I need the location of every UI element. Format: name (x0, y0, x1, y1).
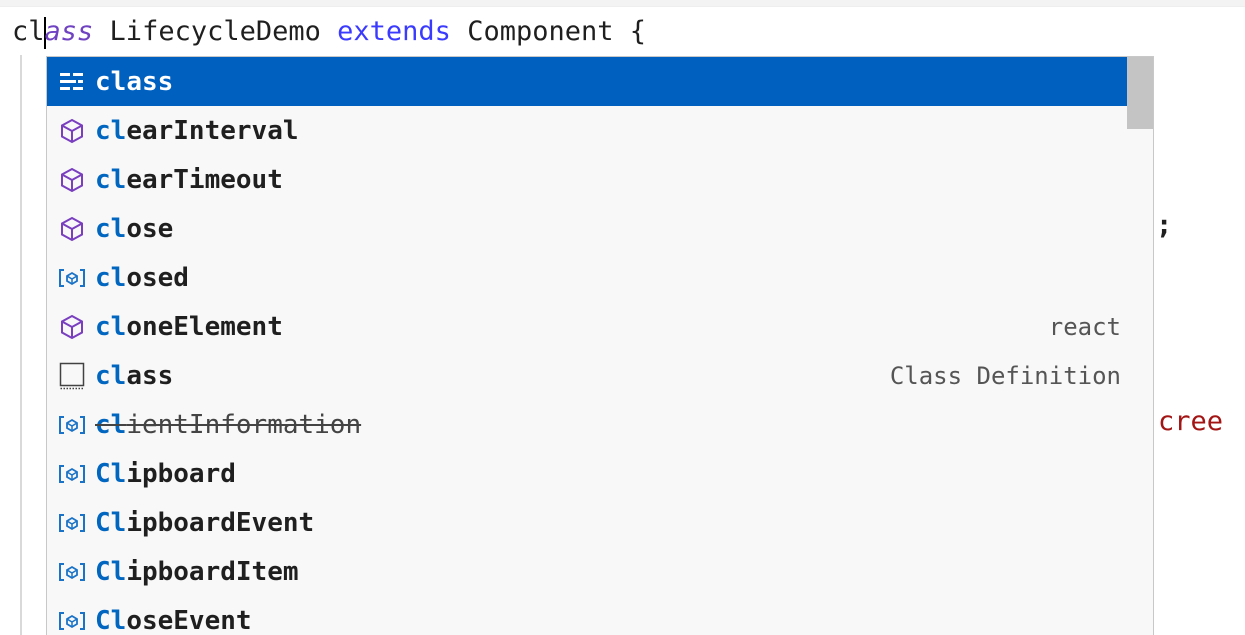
suggestion-label: clearInterval (95, 116, 299, 146)
code-editor[interactable]: class LifecycleDemo extends Component { … (0, 0, 1245, 635)
suggestion-scrollbar[interactable] (1127, 57, 1153, 635)
suggestion-label-rest: oseEvent (126, 605, 252, 635)
suggestion-label: ClipboardItem (95, 557, 299, 587)
suggestion-item[interactable]: close (47, 204, 1127, 253)
suggestion-label-rest: ass (126, 66, 174, 97)
suggestion-label-rest: ipboardItem (126, 556, 299, 587)
suggestion-match-highlight: cl (95, 115, 127, 146)
suggestion-match-highlight: cl (95, 360, 127, 391)
suggestion-label-rest: ipboard (126, 458, 236, 489)
variable-icon (57, 263, 87, 293)
suggestion-label: clientInformation (95, 410, 361, 440)
variable-icon (57, 557, 87, 587)
suggestion-widget[interactable]: class clearInterval clearTimeout close close… (46, 56, 1154, 635)
variable-icon (57, 508, 87, 538)
suggestion-match-highlight: cl (95, 311, 127, 342)
suggestion-label: closed (95, 263, 189, 293)
suggestion-label-rest: earTimeout (126, 164, 283, 195)
suggestion-item[interactable]: class (47, 57, 1127, 106)
suggestion-item[interactable]: closed (47, 253, 1127, 302)
suggestion-match-highlight: cl (95, 262, 127, 293)
suggestion-match-highlight: Cl (95, 458, 127, 489)
suggestion-item[interactable]: clientInformation (47, 400, 1127, 449)
suggestion-item[interactable]: ClipboardItem (47, 547, 1127, 596)
suggestion-match-highlight: Cl (95, 605, 127, 635)
editor-top-border (0, 0, 1245, 7)
snippet-square-icon (57, 361, 87, 391)
suggestion-item[interactable]: CloseEvent (47, 596, 1127, 635)
method-cube-icon (57, 116, 87, 146)
suggestion-detail: Class Definition (889, 361, 1121, 390)
component-token: Component { (450, 16, 647, 47)
suggestion-match-highlight: cl (95, 164, 127, 195)
suggestion-scrollbar-thumb[interactable] (1127, 57, 1153, 129)
suggestion-label: close (95, 214, 173, 244)
suggestion-item[interactable]: clearTimeout (47, 155, 1127, 204)
suggestion-label-rest: osed (126, 262, 189, 293)
suggestion-item[interactable]: Clipboard (47, 449, 1127, 498)
suggestion-label: class (95, 67, 173, 97)
suggestion-item[interactable]: class Class Definition (47, 351, 1127, 400)
suggestion-match-highlight: cl (95, 213, 127, 244)
suggestion-label-rest: earInterval (126, 115, 299, 146)
variable-icon (57, 410, 87, 440)
suggestion-label: CloseEvent (95, 606, 252, 635)
extends-keyword-token: extends (337, 16, 451, 47)
suggestion-label: ClipboardEvent (95, 508, 314, 538)
suggestion-label-rest: ose (126, 213, 174, 244)
suggestion-label: class (95, 361, 173, 391)
typed-text: cl (12, 16, 45, 47)
suggestion-match-highlight: Cl (95, 507, 127, 538)
suggestion-item[interactable]: cloneElement react (47, 302, 1127, 351)
suggestion-label: Clipboard (95, 459, 236, 489)
suggestion-item[interactable]: ClipboardEvent (47, 498, 1127, 547)
method-cube-icon (57, 214, 87, 244)
variable-icon (57, 459, 87, 489)
suggestion-label-rest: ipboardEvent (126, 507, 315, 538)
indent-guide (20, 55, 22, 635)
method-cube-icon (57, 165, 87, 195)
method-cube-icon (57, 312, 87, 342)
code-line-class-declaration[interactable]: class LifecycleDemo extends Component { (12, 12, 646, 52)
suggestion-detail: react (1048, 312, 1121, 341)
class-name-token: LifecycleDemo (93, 16, 338, 47)
suggestion-match-highlight: cl (95, 66, 127, 97)
suggestion-label: clearTimeout (95, 165, 283, 195)
suggestion-label-rest: oneElement (126, 311, 283, 342)
variable-icon (57, 606, 87, 635)
keyword-snippet-icon (57, 67, 87, 97)
suggestion-label-rest: ass (126, 360, 174, 391)
suggestion-label: cloneElement (95, 312, 283, 342)
background-code-semicolon: ; (1156, 210, 1173, 241)
suggestion-item[interactable]: clearInterval (47, 106, 1127, 155)
suggestion-match-highlight: Cl (95, 556, 127, 587)
suggestion-label-rest: ientInformation (126, 409, 362, 440)
suggestion-match-highlight: cl (95, 409, 127, 440)
background-code-string-fragment: cree (1158, 406, 1224, 437)
inline-completion-ghost-text: ass (44, 16, 94, 47)
